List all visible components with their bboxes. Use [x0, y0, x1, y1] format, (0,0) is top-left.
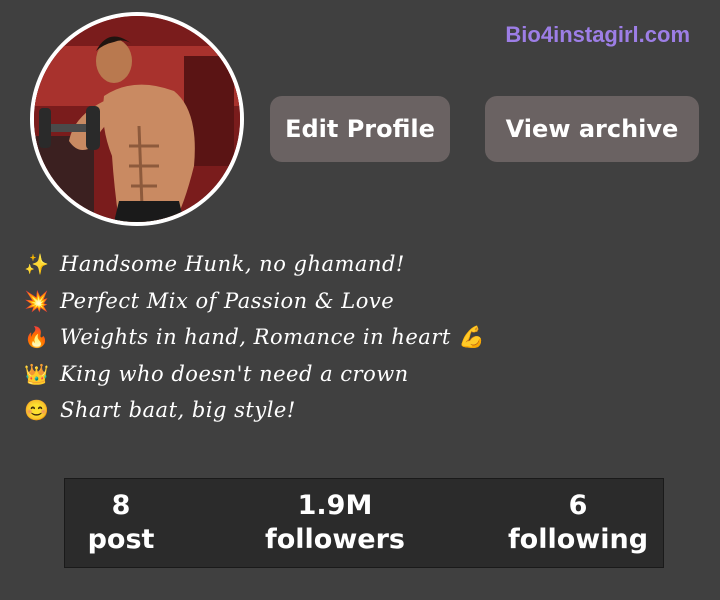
followers-label: followers: [265, 524, 405, 555]
fire-icon: 🔥: [24, 325, 50, 350]
bio-line: 😊 Shart baat, big style!: [24, 392, 485, 429]
profile-photo: [34, 16, 240, 222]
bio-line: 💥 Perfect Mix of Passion & Love: [24, 283, 485, 320]
view-archive-button[interactable]: View archive: [485, 96, 699, 162]
posts-stat[interactable]: 8 post: [65, 479, 177, 567]
smiling-face-icon: 😊: [24, 398, 50, 423]
following-stat[interactable]: 6 following: [493, 479, 663, 567]
bio-line-text: Weights in hand, Romance in heart 💪: [60, 324, 485, 349]
bio: ✨ Handsome Hunk, no ghamand! 💥 Perfect M…: [24, 246, 485, 429]
watermark: Bio4instagirl.com: [505, 22, 690, 47]
posts-label: post: [87, 524, 155, 555]
edit-profile-button[interactable]: Edit Profile: [270, 96, 450, 162]
profile-stats: 8 post 1.9M followers 6 following: [64, 478, 664, 568]
crown-icon: 👑: [24, 361, 50, 386]
bio-line-text: Perfect Mix of Passion & Love: [60, 288, 395, 313]
bio-line: ✨ Handsome Hunk, no ghamand!: [24, 246, 485, 283]
bio-line: 👑 King who doesn't need a crown: [24, 356, 485, 393]
following-count: 6: [568, 490, 588, 521]
bio-line-text: King who doesn't need a crown: [60, 361, 409, 386]
avatar[interactable]: [30, 12, 244, 226]
bio-line-text: Shart baat, big style!: [60, 398, 296, 423]
following-label: following: [507, 524, 649, 555]
collision-icon: 💥: [24, 288, 50, 313]
posts-count: 8: [111, 490, 131, 521]
sparkles-icon: ✨: [24, 252, 50, 277]
bio-line-text: Handsome Hunk, no ghamand!: [60, 252, 405, 277]
bio-line: 🔥 Weights in hand, Romance in heart 💪: [24, 319, 485, 356]
followers-stat[interactable]: 1.9M followers: [250, 479, 420, 567]
followers-count: 1.9M: [297, 490, 373, 521]
